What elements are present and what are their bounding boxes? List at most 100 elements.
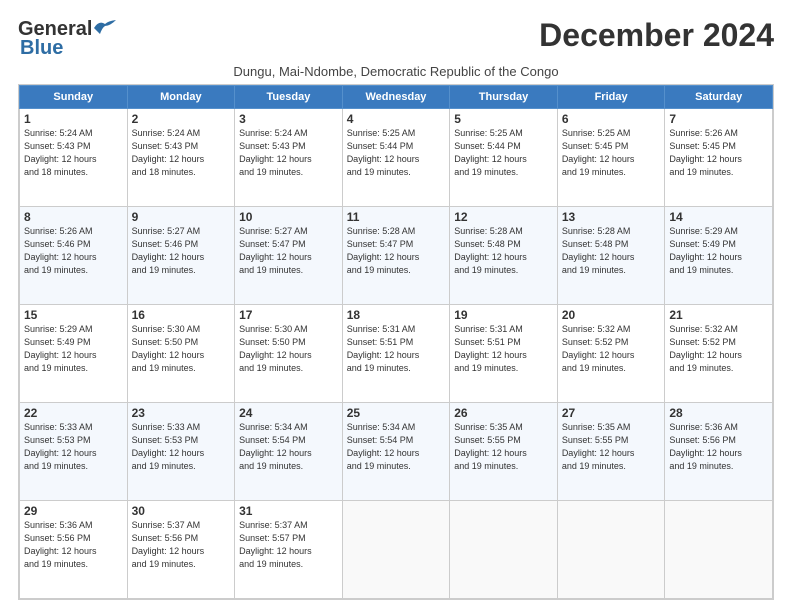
- day-info: Sunrise: 5:28 AMSunset: 5:47 PMDaylight:…: [347, 225, 446, 277]
- col-sunday: Sunday: [20, 86, 128, 109]
- day-info-line: Daylight: 12 hours: [24, 153, 123, 166]
- title-block: December 2024: [539, 18, 774, 53]
- day-info-line: and 19 minutes.: [454, 166, 553, 179]
- location-subtitle: Dungu, Mai-Ndombe, Democratic Republic o…: [18, 64, 774, 79]
- day-info: Sunrise: 5:27 AMSunset: 5:47 PMDaylight:…: [239, 225, 338, 277]
- logo-blue: Blue: [20, 37, 63, 60]
- day-info-line: Daylight: 12 hours: [669, 153, 768, 166]
- day-info-line: Sunrise: 5:28 AM: [454, 225, 553, 238]
- day-info-line: and 19 minutes.: [562, 460, 661, 473]
- table-row: 14Sunrise: 5:29 AMSunset: 5:49 PMDayligh…: [665, 207, 773, 305]
- day-info: Sunrise: 5:31 AMSunset: 5:51 PMDaylight:…: [454, 323, 553, 375]
- day-info-line: Daylight: 12 hours: [24, 545, 123, 558]
- table-row: 29Sunrise: 5:36 AMSunset: 5:56 PMDayligh…: [20, 501, 128, 599]
- day-info-line: and 19 minutes.: [562, 362, 661, 375]
- table-row: 26Sunrise: 5:35 AMSunset: 5:55 PMDayligh…: [450, 403, 558, 501]
- day-info-line: Sunrise: 5:25 AM: [454, 127, 553, 140]
- day-number: 24: [239, 406, 338, 420]
- table-row: 13Sunrise: 5:28 AMSunset: 5:48 PMDayligh…: [557, 207, 665, 305]
- table-row: 21Sunrise: 5:32 AMSunset: 5:52 PMDayligh…: [665, 305, 773, 403]
- day-info-line: and 19 minutes.: [454, 264, 553, 277]
- day-info-line: Daylight: 12 hours: [132, 349, 231, 362]
- day-info-line: Sunrise: 5:30 AM: [239, 323, 338, 336]
- day-info-line: Sunset: 5:45 PM: [562, 140, 661, 153]
- day-number: 28: [669, 406, 768, 420]
- day-info-line: and 19 minutes.: [24, 264, 123, 277]
- table-row: 16Sunrise: 5:30 AMSunset: 5:50 PMDayligh…: [127, 305, 235, 403]
- day-info-line: Daylight: 12 hours: [562, 153, 661, 166]
- day-info-line: and 19 minutes.: [239, 264, 338, 277]
- table-row: [557, 501, 665, 599]
- table-row: 18Sunrise: 5:31 AMSunset: 5:51 PMDayligh…: [342, 305, 450, 403]
- day-number: 25: [347, 406, 446, 420]
- page: General Blue December 2024 Dungu, Mai-Nd…: [0, 0, 792, 612]
- day-info-line: Sunset: 5:44 PM: [454, 140, 553, 153]
- day-info: Sunrise: 5:28 AMSunset: 5:48 PMDaylight:…: [454, 225, 553, 277]
- day-info: Sunrise: 5:37 AMSunset: 5:56 PMDaylight:…: [132, 519, 231, 571]
- day-info-line: Sunrise: 5:29 AM: [24, 323, 123, 336]
- day-info-line: Sunrise: 5:24 AM: [239, 127, 338, 140]
- day-info-line: Sunrise: 5:27 AM: [132, 225, 231, 238]
- day-info-line: Daylight: 12 hours: [239, 349, 338, 362]
- day-number: 12: [454, 210, 553, 224]
- day-info-line: Sunrise: 5:37 AM: [132, 519, 231, 532]
- table-row: 7Sunrise: 5:26 AMSunset: 5:45 PMDaylight…: [665, 109, 773, 207]
- day-info-line: Daylight: 12 hours: [454, 447, 553, 460]
- day-info-line: and 18 minutes.: [132, 166, 231, 179]
- day-number: 8: [24, 210, 123, 224]
- day-number: 27: [562, 406, 661, 420]
- table-row: 15Sunrise: 5:29 AMSunset: 5:49 PMDayligh…: [20, 305, 128, 403]
- day-info-line: and 19 minutes.: [132, 264, 231, 277]
- day-number: 22: [24, 406, 123, 420]
- day-info-line: Sunset: 5:53 PM: [132, 434, 231, 447]
- day-info-line: Sunrise: 5:31 AM: [347, 323, 446, 336]
- day-info-line: Daylight: 12 hours: [669, 349, 768, 362]
- day-info-line: Sunrise: 5:24 AM: [24, 127, 123, 140]
- col-wednesday: Wednesday: [342, 86, 450, 109]
- day-info: Sunrise: 5:30 AMSunset: 5:50 PMDaylight:…: [239, 323, 338, 375]
- table-row: 17Sunrise: 5:30 AMSunset: 5:50 PMDayligh…: [235, 305, 343, 403]
- day-info-line: Sunset: 5:49 PM: [669, 238, 768, 251]
- day-number: 30: [132, 504, 231, 518]
- day-info-line: Sunset: 5:46 PM: [24, 238, 123, 251]
- day-info-line: Sunset: 5:56 PM: [24, 532, 123, 545]
- day-info-line: Sunrise: 5:26 AM: [24, 225, 123, 238]
- table-row: 19Sunrise: 5:31 AMSunset: 5:51 PMDayligh…: [450, 305, 558, 403]
- day-info-line: and 19 minutes.: [562, 264, 661, 277]
- day-info-line: Sunset: 5:50 PM: [239, 336, 338, 349]
- day-info-line: Sunrise: 5:30 AM: [132, 323, 231, 336]
- day-info-line: Sunrise: 5:36 AM: [24, 519, 123, 532]
- day-info-line: and 19 minutes.: [132, 558, 231, 571]
- day-info-line: and 19 minutes.: [132, 460, 231, 473]
- day-info-line: Sunset: 5:56 PM: [132, 532, 231, 545]
- day-info-line: Daylight: 12 hours: [454, 153, 553, 166]
- day-info-line: Daylight: 12 hours: [132, 545, 231, 558]
- table-row: 11Sunrise: 5:28 AMSunset: 5:47 PMDayligh…: [342, 207, 450, 305]
- header: General Blue December 2024: [18, 18, 774, 60]
- day-info: Sunrise: 5:32 AMSunset: 5:52 PMDaylight:…: [669, 323, 768, 375]
- day-info-line: Sunset: 5:48 PM: [562, 238, 661, 251]
- day-info-line: and 19 minutes.: [454, 362, 553, 375]
- day-info-line: and 18 minutes.: [24, 166, 123, 179]
- day-info: Sunrise: 5:30 AMSunset: 5:50 PMDaylight:…: [132, 323, 231, 375]
- day-info-line: Sunset: 5:53 PM: [24, 434, 123, 447]
- day-info-line: and 19 minutes.: [24, 362, 123, 375]
- day-info: Sunrise: 5:32 AMSunset: 5:52 PMDaylight:…: [562, 323, 661, 375]
- day-info: Sunrise: 5:33 AMSunset: 5:53 PMDaylight:…: [24, 421, 123, 473]
- day-info-line: and 19 minutes.: [347, 362, 446, 375]
- day-info-line: Daylight: 12 hours: [669, 447, 768, 460]
- day-info-line: Sunrise: 5:31 AM: [454, 323, 553, 336]
- day-info: Sunrise: 5:24 AMSunset: 5:43 PMDaylight:…: [132, 127, 231, 179]
- day-info-line: and 19 minutes.: [347, 166, 446, 179]
- day-info-line: Sunset: 5:47 PM: [347, 238, 446, 251]
- day-info: Sunrise: 5:26 AMSunset: 5:45 PMDaylight:…: [669, 127, 768, 179]
- day-info-line: Sunset: 5:51 PM: [454, 336, 553, 349]
- col-monday: Monday: [127, 86, 235, 109]
- table-row: 20Sunrise: 5:32 AMSunset: 5:52 PMDayligh…: [557, 305, 665, 403]
- day-number: 2: [132, 112, 231, 126]
- table-row: 25Sunrise: 5:34 AMSunset: 5:54 PMDayligh…: [342, 403, 450, 501]
- table-row: 10Sunrise: 5:27 AMSunset: 5:47 PMDayligh…: [235, 207, 343, 305]
- day-info-line: and 19 minutes.: [669, 264, 768, 277]
- day-info-line: and 19 minutes.: [454, 460, 553, 473]
- day-info-line: Sunrise: 5:25 AM: [347, 127, 446, 140]
